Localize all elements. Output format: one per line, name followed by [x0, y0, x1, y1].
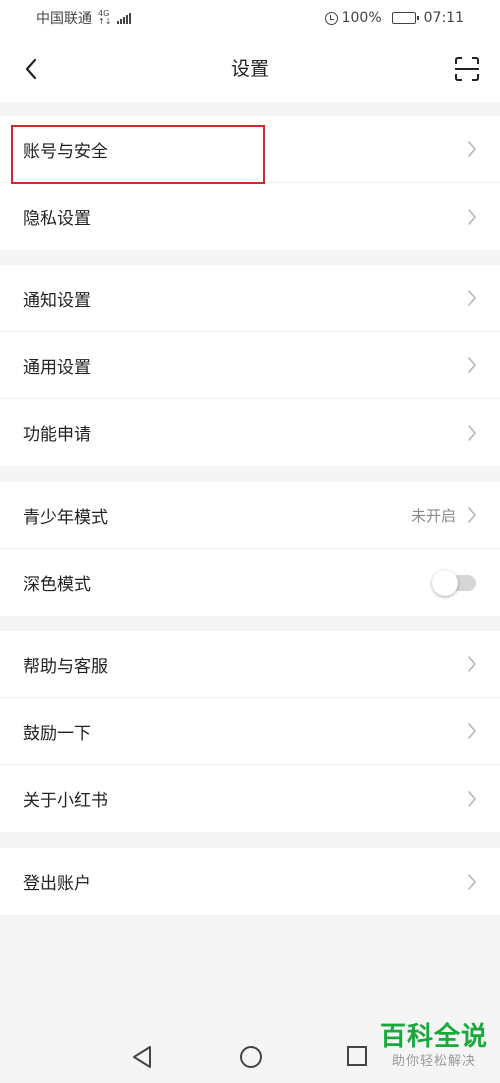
network-arrows-label: ↑↓	[98, 17, 112, 26]
settings-group-modes: 青少年模式 未开启 深色模式	[0, 482, 500, 616]
highlight-annotation-box	[11, 125, 265, 184]
chevron-right-icon	[466, 654, 478, 674]
page-title: 设置	[230, 58, 269, 80]
watermark-title: 百科全说	[379, 1022, 488, 1052]
settings-item-dark-mode: 深色模式	[0, 549, 500, 616]
settings-item-teen-mode[interactable]: 青少年模式 未开启	[0, 482, 500, 549]
settings-group-logout: 登出账户	[0, 848, 500, 915]
chevron-right-icon	[466, 872, 478, 892]
triangle-back-icon	[133, 1046, 151, 1068]
header: 设置	[0, 36, 500, 102]
chevron-right-icon	[466, 139, 478, 159]
network-type-icon: 4G ↑↓	[98, 10, 111, 26]
settings-item-logout[interactable]: 登出账户	[0, 848, 500, 915]
settings-item-feature-request[interactable]: 功能申请	[0, 399, 500, 466]
scan-button[interactable]	[450, 52, 484, 86]
status-right: 100% 07:11	[324, 10, 464, 26]
settings-item-encourage[interactable]: 鼓励一下	[0, 698, 500, 765]
chevron-right-icon	[466, 505, 478, 525]
settings-item-label: 通知设置	[23, 290, 91, 311]
status-left: 中国联通 4G ↑↓	[36, 8, 132, 28]
settings-item-label: 青少年模式	[23, 507, 108, 528]
alarm-icon	[324, 11, 338, 25]
scan-icon	[455, 57, 479, 81]
signal-icon	[117, 12, 132, 24]
teen-mode-status: 未开启	[410, 506, 456, 525]
chevron-right-icon	[466, 721, 478, 741]
settings-group-help: 帮助与客服 鼓励一下 关于小红书	[0, 631, 500, 832]
chevron-right-icon	[466, 423, 478, 443]
settings-item-notifications[interactable]: 通知设置	[0, 265, 500, 332]
settings-item-about[interactable]: 关于小红书	[0, 765, 500, 832]
settings-item-help[interactable]: 帮助与客服	[0, 631, 500, 698]
circle-home-icon	[240, 1046, 262, 1068]
battery-percent: 100%	[341, 10, 382, 26]
settings-item-label: 隐私设置	[23, 209, 91, 229]
chevron-right-icon	[466, 207, 478, 227]
chevron-right-icon	[466, 789, 478, 809]
settings-group-general: 通知设置 通用设置 功能申请	[0, 265, 500, 466]
nav-recent-button[interactable]	[345, 1044, 369, 1072]
watermark-logo: 百科全说 助你轻松解决	[374, 1020, 494, 1078]
settings-item-label: 鼓励一下	[23, 723, 91, 744]
toggle-knob	[432, 569, 458, 596]
dark-mode-toggle[interactable]	[432, 569, 478, 596]
chevron-right-icon	[466, 288, 478, 308]
battery-icon	[391, 12, 419, 24]
settings-item-privacy[interactable]: 隐私设置	[0, 183, 500, 250]
clock-time: 07:11	[423, 10, 464, 26]
carrier-name: 中国联通	[36, 11, 92, 27]
settings-item-label: 深色模式	[23, 575, 91, 595]
nav-back-button[interactable]	[130, 1044, 154, 1074]
settings-item-label: 关于小红书	[23, 791, 108, 811]
chevron-right-icon	[466, 355, 478, 375]
watermark-subtitle: 助你轻松解决	[391, 1054, 476, 1069]
settings-item-label: 登出账户	[23, 874, 91, 894]
settings-item-label: 功能申请	[23, 425, 91, 445]
status-bar: 中国联通 4G ↑↓ 100% 07:11	[0, 0, 500, 36]
settings-item-label: 通用设置	[23, 357, 91, 378]
nav-home-button[interactable]	[238, 1044, 264, 1074]
settings-item-general[interactable]: 通用设置	[0, 332, 500, 399]
settings-item-label: 帮助与客服	[23, 656, 108, 677]
square-recent-icon	[347, 1046, 367, 1066]
